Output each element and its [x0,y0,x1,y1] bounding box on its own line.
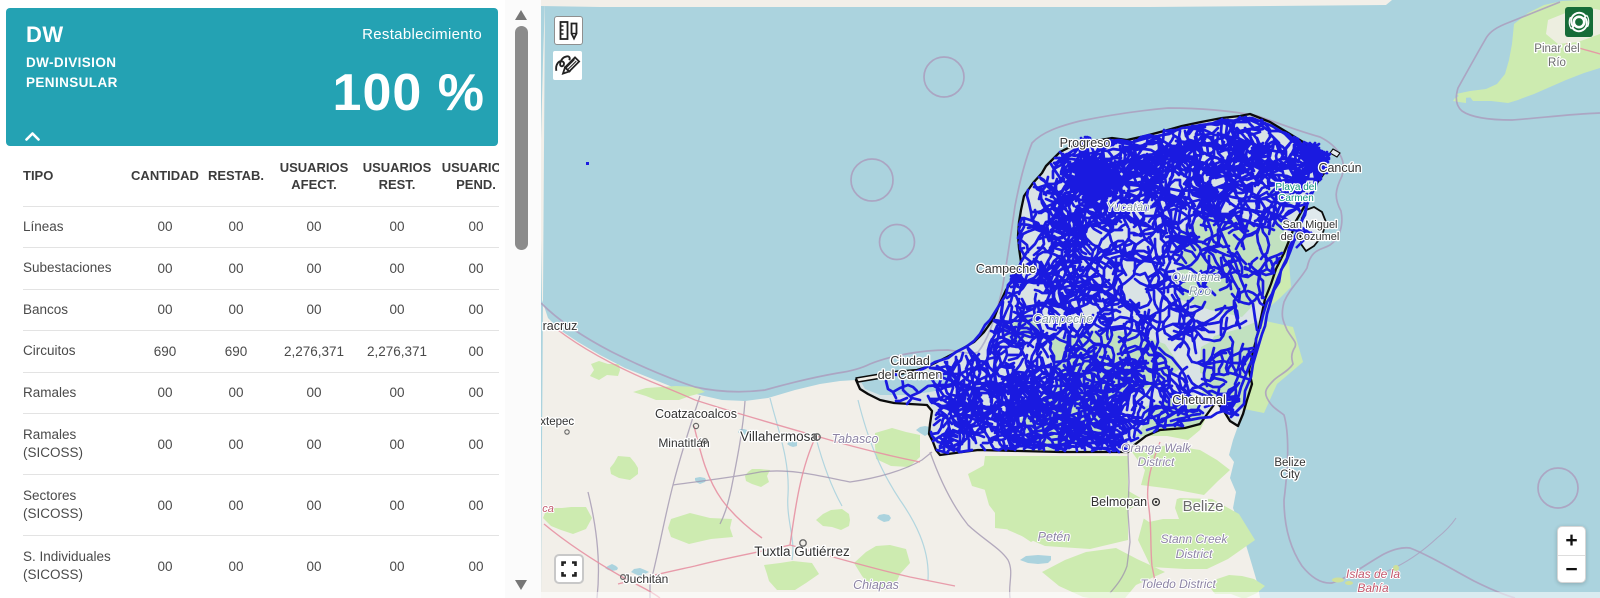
svg-text:Chetumal: Chetumal [1172,393,1226,407]
svg-text:Belize: Belize [1274,457,1305,469]
svg-text:Belmopan: Belmopan [1091,495,1147,509]
svg-text:District: District [1176,547,1213,561]
svg-text:Minatitlán: Minatitlán [658,436,709,450]
svg-text:District: District [1138,455,1175,469]
svg-text:ca: ca [542,503,554,515]
svg-text:Río: Río [1548,57,1566,69]
svg-text:Roo: Roo [1189,284,1211,298]
svg-text:Pinar del: Pinar del [1534,43,1579,55]
svg-text:Villahermosa: Villahermosa [740,429,818,444]
svg-text:Cancún: Cancún [1318,161,1361,175]
svg-text:Coatzacoalcos: Coatzacoalcos [655,407,737,421]
svg-text:Ciudad: Ciudad [890,354,930,368]
svg-text:Belize: Belize [1183,498,1224,515]
svg-text:San Miguel: San Miguel [1282,219,1337,231]
svg-text:Progreso: Progreso [1060,136,1111,150]
svg-text:racruz: racruz [543,319,578,333]
svg-text:Stann Creek: Stann Creek [1161,532,1229,546]
svg-text:Tabasco: Tabasco [832,432,879,446]
svg-text:Yucatán: Yucatán [1106,200,1150,214]
svg-text:Petén: Petén [1038,530,1071,544]
svg-text:Islas de la: Islas de la [1346,567,1400,581]
svg-text:Quintana: Quintana [1172,270,1221,284]
svg-text:Orange Walk: Orange Walk [1121,441,1192,455]
svg-text:Campeche: Campeche [976,262,1036,276]
svg-text:City: City [1280,469,1300,481]
svg-text:Juchitán: Juchitán [624,572,669,586]
svg-text:Carmen: Carmen [1278,193,1314,204]
svg-text:Chiapas: Chiapas [853,578,899,592]
svg-text:de Cozumel: de Cozumel [1281,231,1340,243]
svg-text:Playa del: Playa del [1275,182,1316,193]
svg-text:Toledo District: Toledo District [1140,577,1216,591]
svg-text:del Carmen: del Carmen [878,368,943,382]
svg-text:Campeche: Campeche [1033,312,1093,326]
svg-text:uxtepec: uxtepec [541,416,574,428]
